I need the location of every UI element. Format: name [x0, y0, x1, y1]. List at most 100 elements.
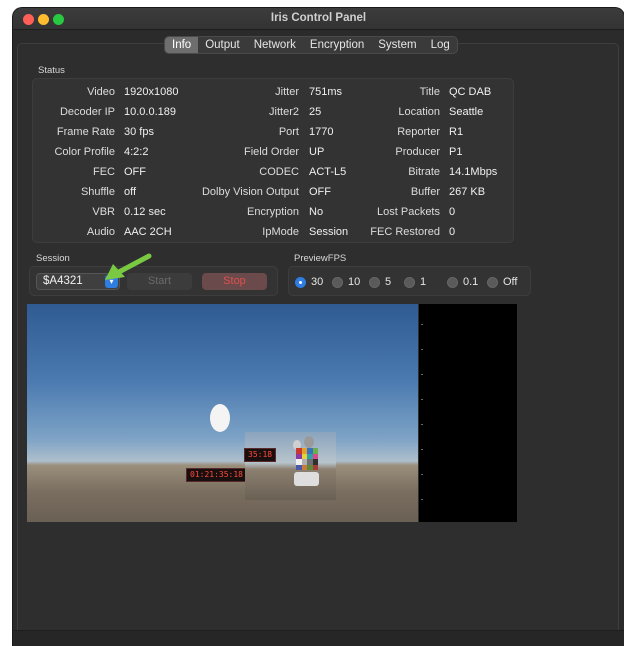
status-value: Seattle	[449, 106, 484, 118]
fps-option-label: 5	[385, 276, 392, 288]
status-value: 751ms	[309, 86, 343, 98]
preview-balloon	[210, 404, 230, 432]
status-value: 0.12 sec	[124, 206, 166, 218]
fps-option-30[interactable]: 30	[295, 275, 323, 289]
status-label: FEC Restored	[370, 226, 440, 238]
status-label: Lost Packets	[377, 206, 440, 218]
status-label: Jitter	[275, 86, 299, 98]
fps-option-label: Off	[503, 276, 518, 288]
status-label: Decoder IP	[59, 106, 115, 118]
window-title: Iris Control Panel	[270, 12, 367, 24]
status-value: 1770	[309, 126, 334, 138]
tab-bar: Info Output Network Encryption System Lo…	[164, 36, 458, 54]
status-label: Producer	[395, 146, 440, 158]
fps-option-off[interactable]: Off	[487, 275, 517, 289]
fps-option-label: 30	[311, 276, 324, 288]
status-label: Title	[419, 86, 440, 98]
radio-icon	[487, 276, 498, 288]
radio-icon	[447, 276, 458, 288]
status-label: Video	[87, 86, 115, 98]
meter-tick	[421, 449, 423, 450]
tab-output[interactable]: Output	[198, 37, 247, 53]
radio-icon	[369, 276, 380, 288]
status-label: Reporter	[397, 126, 440, 138]
preview-fps-section-label: PreviewFPS	[294, 253, 347, 264]
status-label: Frame Rate	[56, 126, 115, 138]
session-selected-value: $A4321	[43, 275, 83, 287]
radio-selected-icon	[295, 276, 306, 288]
tab-network[interactable]: Network	[247, 37, 303, 53]
status-value: R1	[449, 126, 464, 138]
meter-tick	[421, 499, 423, 500]
status-label: Jitter2	[269, 106, 299, 118]
meter-tick	[421, 424, 423, 425]
meter-tick	[421, 474, 423, 475]
status-label: Buffer	[410, 186, 440, 198]
status-label: Bitrate	[408, 166, 440, 178]
status-label: IpMode	[262, 226, 299, 238]
status-value: 25	[309, 106, 322, 118]
bottom-bar	[13, 630, 624, 646]
status-value: 4:2:2	[124, 146, 149, 158]
preview-inner-frame: 35:18	[244, 432, 336, 500]
fps-option-label: 0.1	[463, 276, 479, 288]
tab-system[interactable]: System	[371, 37, 423, 53]
audio-meter-panel	[419, 304, 517, 522]
status-value: OFF	[309, 186, 331, 198]
status-value: ACT-L5	[309, 166, 347, 178]
tab-info[interactable]: Info	[165, 37, 199, 53]
status-value: Session	[309, 226, 349, 238]
status-value: 0	[449, 206, 456, 218]
status-label: Shuffle	[80, 186, 115, 198]
radio-icon	[404, 276, 415, 288]
tab-log[interactable]: Log	[424, 37, 457, 53]
preview-cylinder	[294, 472, 319, 486]
status-section-label: Status	[38, 65, 65, 76]
title-bar: Iris Control Panel	[13, 8, 624, 30]
fps-option-10[interactable]: 10	[332, 275, 360, 289]
status-value: AAC 2CH	[124, 226, 172, 238]
session-section-label: Session	[36, 253, 70, 264]
meter-tick	[421, 349, 423, 350]
status-label: Color Profile	[54, 146, 115, 158]
fps-option-0-1[interactable]: 0.1	[447, 275, 478, 289]
status-value: off	[124, 186, 137, 198]
color-checker	[296, 448, 318, 470]
status-label: CODEC	[259, 166, 299, 178]
preview-inner-timestamp: 35:18	[244, 448, 277, 462]
status-value: 10.0.0.189	[124, 106, 176, 118]
status-label: Dolby Vision Output	[201, 186, 299, 198]
status-value: UP	[309, 146, 325, 158]
status-panel: Video 1920x1080 Decoder IP 10.0.0.189 Fram…	[32, 78, 514, 243]
status-label: Port	[278, 126, 299, 138]
fps-option-label: 1	[420, 276, 427, 288]
status-value: OFF	[124, 166, 146, 178]
status-label: Location	[398, 106, 440, 118]
radio-icon	[332, 276, 343, 288]
preview-timestamp: 01:21:35:18	[186, 468, 247, 482]
status-value: No	[309, 206, 324, 218]
status-value: P1	[449, 146, 463, 158]
meter-tick	[421, 324, 423, 325]
preview-fps-panel: 30 10 5 1 0.1 Off	[288, 266, 531, 296]
arrow-annotation-icon	[105, 253, 152, 280]
status-value: 267 KB	[449, 186, 486, 198]
status-value: 14.1Mbps	[449, 166, 498, 178]
status-value: 0	[449, 226, 456, 238]
status-label: Audio	[86, 226, 115, 238]
video-preview: 01:21:35:18 35:18	[27, 304, 418, 522]
tab-encryption[interactable]: Encryption	[303, 37, 371, 53]
fps-option-5[interactable]: 5	[369, 275, 391, 289]
stop-button[interactable]: Stop	[202, 273, 267, 290]
status-label: VBR	[92, 206, 115, 218]
fps-option-1[interactable]: 1	[404, 275, 426, 289]
status-value: 1920x1080	[124, 86, 179, 98]
app-window: Iris Control Panel Info Output Network E…	[13, 8, 624, 646]
status-label: Encryption	[247, 206, 299, 218]
status-label: FEC	[93, 166, 115, 178]
status-label: Field Order	[243, 146, 299, 158]
meter-tick	[421, 399, 423, 400]
session-panel: $A4321 ▾ Start Stop	[29, 266, 278, 296]
meter-tick	[421, 374, 423, 375]
status-value: QC DAB	[449, 86, 492, 98]
